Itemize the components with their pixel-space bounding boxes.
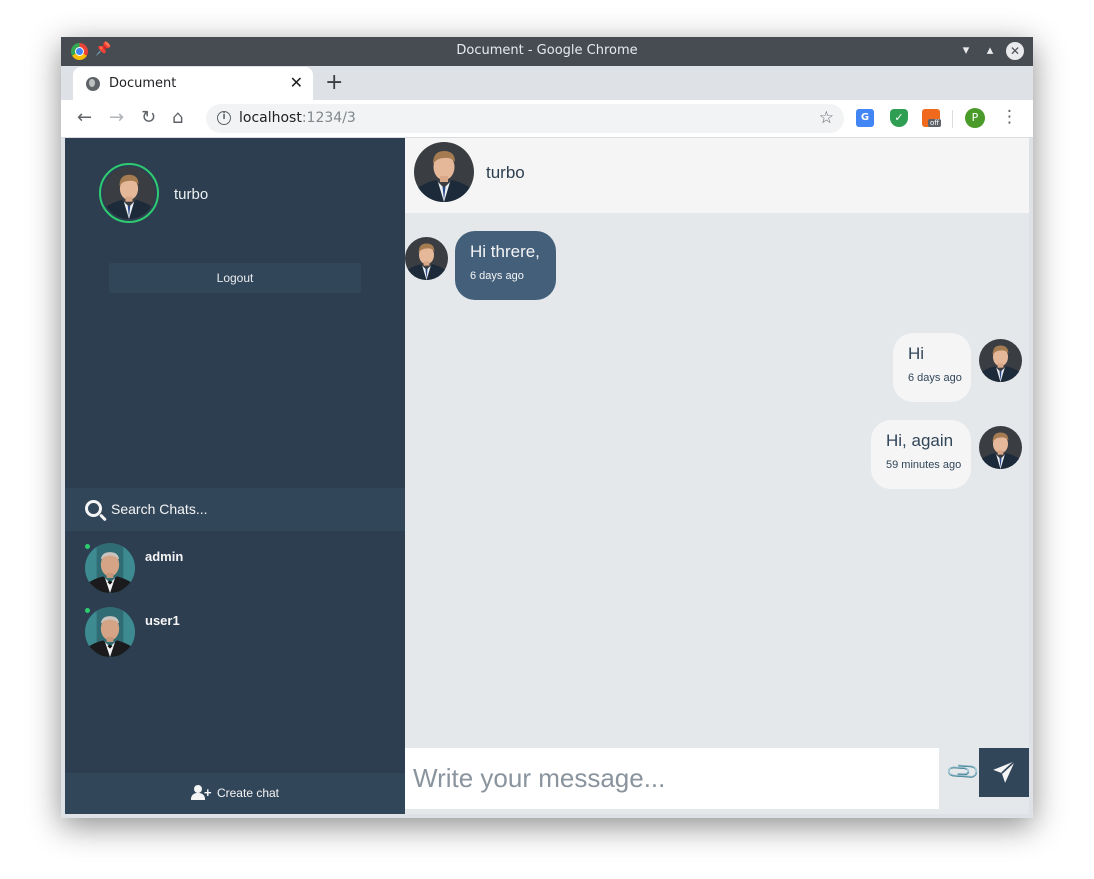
message-time: 6 days ago	[470, 270, 524, 282]
translate-extension-icon[interactable]: G	[856, 109, 874, 127]
contact-name: admin	[145, 549, 184, 564]
minimize-icon[interactable]: ▾	[957, 42, 975, 60]
tab-close-icon[interactable]: ✕	[290, 73, 303, 92]
create-chat-button[interactable]: + Create chat	[65, 773, 405, 814]
online-status-dot	[84, 607, 91, 614]
message-bubble: Hi, again 59 minutes ago	[871, 420, 971, 489]
message-text: Hi threre,	[470, 242, 540, 261]
window-title: Document - Google Chrome	[456, 43, 638, 58]
page-viewport: turbo Logout Search Chats... admin user1…	[65, 138, 1029, 814]
sidebar: turbo Logout Search Chats... admin user1…	[65, 138, 405, 814]
browser-toolbar: ← → ↻ ⌂ i localhost:1234/3 ☆ G ✓ off P ⋮	[61, 100, 1033, 138]
send-icon	[993, 760, 1016, 783]
contact-name: user1	[145, 613, 180, 628]
profile-avatar-image[interactable]	[99, 163, 159, 223]
chat-contact-name: turbo	[486, 163, 525, 182]
message-time: 6 days ago	[908, 372, 962, 384]
message-bubble: Hi 6 days ago	[893, 333, 971, 402]
profile-avatar[interactable]: P	[965, 108, 985, 128]
profile-name: turbo	[174, 186, 209, 203]
tab-title: Document	[109, 76, 177, 91]
site-info-icon[interactable]: i	[217, 111, 231, 125]
bookmark-star-icon[interactable]: ☆	[819, 108, 834, 128]
message-avatar	[405, 237, 448, 280]
close-window-icon[interactable]: ✕	[1006, 42, 1024, 60]
toolbar-divider	[952, 110, 953, 128]
off-extension-icon[interactable]: off	[922, 109, 942, 127]
contact-header-avatar[interactable]	[414, 142, 474, 202]
address-bar[interactable]: i localhost:1234/3 ☆	[206, 104, 844, 133]
forward-arrow-icon[interactable]: →	[109, 108, 124, 128]
message-bubble: Hi threre, 6 days ago	[455, 231, 556, 300]
message-composer: 📎	[405, 748, 1029, 814]
paperclip-icon[interactable]: 📎	[945, 754, 982, 791]
url-text[interactable]: localhost:1234/3	[239, 110, 356, 126]
reload-icon[interactable]: ↻	[141, 108, 156, 128]
globe-icon	[86, 77, 100, 91]
url-path: :1234/3	[301, 110, 356, 126]
tab-strip: Document ✕ +	[61, 66, 1033, 100]
message-text: Hi	[908, 344, 925, 363]
search-chats[interactable]: Search Chats...	[65, 488, 405, 531]
browser-menu-icon[interactable]: ⋮	[1001, 107, 1018, 127]
back-arrow-icon[interactable]: ←	[77, 108, 92, 128]
home-icon[interactable]: ⌂	[172, 108, 183, 128]
online-status-dot	[84, 543, 91, 550]
maximize-icon[interactable]: ▴	[981, 42, 999, 60]
send-button[interactable]	[979, 748, 1029, 797]
add-user-icon: +	[190, 785, 213, 800]
search-input[interactable]: Search Chats...	[111, 501, 208, 517]
contact-avatar	[85, 607, 135, 657]
new-tab-icon[interactable]: +	[325, 70, 343, 95]
tab-document[interactable]: Document ✕	[73, 67, 313, 100]
search-icon	[85, 500, 102, 517]
url-host: localhost	[239, 110, 302, 126]
off-badge: off	[928, 119, 942, 127]
message-avatar	[979, 426, 1022, 469]
message-avatar	[979, 339, 1022, 382]
message-text: Hi, again	[886, 431, 954, 450]
title-bar: 📌 Document - Google Chrome ▾ ▴ ✕	[61, 37, 1033, 66]
chat-header: turbo	[405, 138, 1029, 213]
shield-extension-icon[interactable]: ✓	[890, 109, 908, 127]
message-time: 59 minutes ago	[886, 459, 962, 471]
message-input[interactable]	[405, 748, 939, 809]
contact-item-user1[interactable]: user1	[65, 601, 405, 663]
logout-button[interactable]: Logout	[109, 263, 361, 293]
contact-avatar	[85, 543, 135, 593]
create-chat-label: Create chat	[216, 786, 280, 800]
browser-window: 📌 Document - Google Chrome ▾ ▴ ✕ Documen…	[61, 37, 1033, 818]
contact-item-admin[interactable]: admin	[65, 537, 405, 599]
